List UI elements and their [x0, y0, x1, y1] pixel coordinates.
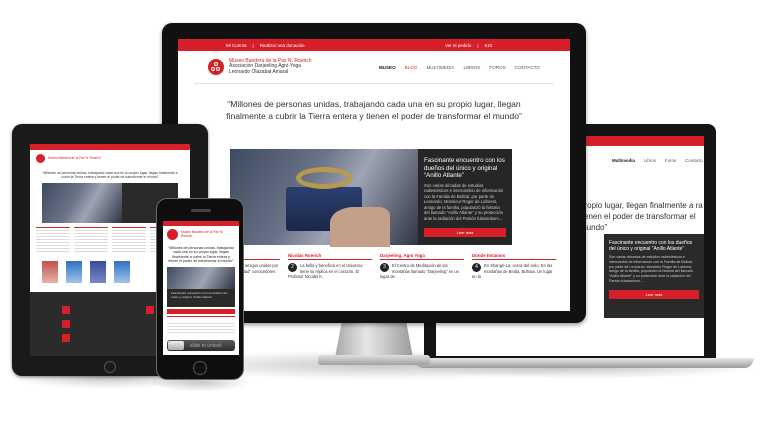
hero-title: Fascinante encuentro con los dueños del …	[424, 157, 505, 179]
tablet-header: Museo Bandera de la Paz N. Roerich	[30, 150, 190, 167]
phone-hero-photo	[167, 266, 235, 289]
site-logo-text[interactable]: Museo Bandera de la Paz N. Roerich Asoci…	[229, 58, 312, 76]
column-text: La bella y beneficio en el Universo: tie…	[288, 263, 364, 279]
hero-text-panel: Fascinante encuentro con los dueños del …	[418, 149, 512, 245]
hero-read-more-button[interactable]: Leer más	[424, 227, 506, 237]
laptop-base	[414, 358, 754, 368]
column-number: 2	[288, 263, 297, 272]
topbar-separator: |	[252, 42, 254, 48]
tablet-logo-icon[interactable]	[36, 154, 45, 163]
slide-knob[interactable]	[168, 341, 184, 350]
column-title[interactable]: Nicolás Roerich	[288, 253, 372, 260]
column-donde-estamos: Dónde Estamos 4 En Shangri-La, cerca del…	[472, 253, 556, 280]
footer-red-icon	[62, 306, 70, 314]
slide-label: slide to unlock	[190, 342, 222, 349]
laptop-hero-card: Fascinante encuentro con los dueños del …	[604, 234, 704, 318]
phone-device: Museo Bandera de la Paz N. Roerich “Mill…	[156, 198, 244, 380]
phone-home-button[interactable]	[193, 361, 207, 375]
logo-circle-icon[interactable]	[208, 59, 224, 75]
hero-banner: Fascinante encuentro con los dueños del …	[230, 149, 512, 247]
book-cover[interactable]	[42, 261, 58, 284]
topbar-link-cart[interactable]: Ver el pedido	[445, 43, 471, 48]
laptop-read-more-button[interactable]: Leer más	[609, 289, 699, 299]
column-darjeeling: Darjeeling, Agni Yoga 3 El Centro de Med…	[380, 253, 464, 280]
tablet-home-button[interactable]	[104, 361, 116, 373]
phone-quote: “Millones de personas unidas, trabajando…	[168, 246, 234, 264]
hero-ring-photo	[230, 149, 418, 247]
topbar-cart-amount[interactable]: €10	[484, 43, 492, 48]
book-cover[interactable]	[114, 261, 130, 284]
footer-red-icon	[62, 320, 70, 328]
hero-body: Son varias décadas de estudios radiestés…	[424, 182, 504, 222]
column-number: 4	[472, 263, 481, 272]
column-number: 3	[380, 263, 389, 272]
laptop-quote: propio lugar, llegan finalmente a ra y t…	[580, 201, 704, 232]
site-header: Museo Bandera de la Paz N. Roerich Asoci…	[178, 51, 570, 83]
logo-line-3: Leonardo Olazabal Amaral	[229, 68, 289, 75]
phone-section-divider	[167, 315, 235, 319]
tablet-hero-photo	[42, 183, 122, 224]
column-title[interactable]: Dónde Estamos	[472, 253, 556, 260]
site-topbar: Mi Cuenta | Realizar una donación Ver el…	[178, 39, 570, 51]
laptop-hero-title: Fascinante encuentro con los dueños del …	[609, 240, 693, 252]
tablet-logo-text[interactable]: Museo Bandera de la Paz N. Roerich	[48, 156, 101, 161]
book-cover[interactable]	[66, 261, 82, 284]
nav-contacto[interactable]: Contacto	[515, 65, 540, 70]
topbar-separator-2: |	[477, 42, 479, 48]
phone-read-more-button[interactable]	[167, 308, 235, 314]
laptop-nav-contacto[interactable]: Contacto	[685, 158, 703, 163]
atlantean-ring	[296, 167, 352, 189]
laptop-nav-foros[interactable]: Foros	[665, 158, 676, 163]
topbar-link-donate[interactable]: Realizar una donación	[260, 43, 305, 48]
phone-header: Museo Bandera de la Paz N. Roerich	[163, 226, 239, 243]
hero-quote: “Millones de personas unidas, trabajando…	[226, 99, 522, 121]
responsive-devices-mockup: Ver el pedido €10 Multimedia Libros Foro…	[0, 0, 768, 435]
laptop-hero-body: Son varias décadas de estudios radiestés…	[609, 255, 694, 283]
tablet-column	[74, 227, 108, 254]
tablet-column	[36, 227, 70, 254]
column-text: El Centro de Meditación de las montañas …	[380, 263, 459, 279]
imac-stand-foot	[318, 355, 430, 365]
laptop-nav-libros[interactable]: Libros	[644, 158, 656, 163]
nav-museo[interactable]: Museo	[379, 65, 396, 70]
phone-screen: Museo Bandera de la Paz N. Roerich “Mill…	[163, 221, 239, 355]
nav-multimedia[interactable]: Multimedia	[426, 65, 454, 70]
phone-speaker	[191, 209, 211, 212]
column-text: En Shangri-La, cerca del cielo. En las m…	[472, 263, 553, 279]
topbar-link-account[interactable]: Mi Cuenta	[226, 43, 247, 48]
footer-red-icon	[146, 306, 154, 314]
main-nav: Museo Blog Multimedia Libros Foros Conta…	[379, 65, 540, 70]
nav-foros[interactable]: Foros	[489, 65, 505, 70]
laptop-nav-multimedia[interactable]: Multimedia	[612, 158, 635, 163]
tablet-column	[112, 227, 146, 254]
phone-hero-text: Fascinante encuentro con los dueños del …	[167, 288, 235, 307]
nav-blog[interactable]: Blog	[405, 65, 418, 70]
nav-libros[interactable]: Libros	[463, 65, 480, 70]
column-nicolas-roerich: Nicolás Roerich 2 La bella y beneficio e…	[288, 253, 372, 280]
phone-text-lines	[167, 320, 235, 335]
column-title[interactable]: Darjeeling, Agni Yoga	[380, 253, 464, 260]
header-divider	[194, 83, 554, 84]
footer-red-icon	[62, 334, 70, 342]
slide-to-unlock[interactable]: slide to unlock	[167, 340, 235, 351]
phone-logo-text[interactable]: Museo Bandera de la Paz N. Roerich	[181, 230, 235, 238]
phone-logo-icon[interactable]	[167, 229, 178, 240]
tablet-quote: “Millones de personas unidas, trabajando…	[42, 171, 178, 180]
info-columns: Quienes Somos 1 Somos un grupo de amigos…	[196, 253, 556, 280]
book-cover[interactable]	[90, 261, 106, 284]
hand-holding-box	[330, 207, 390, 247]
